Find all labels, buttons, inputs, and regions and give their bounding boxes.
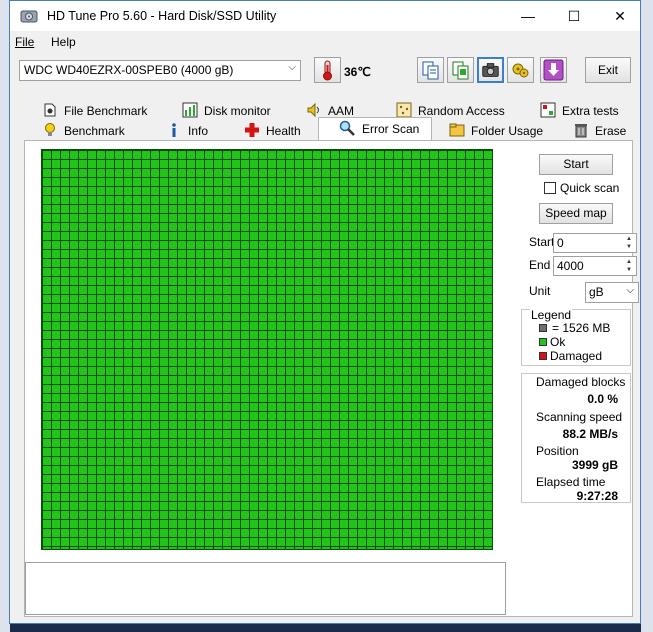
- copy-screenshot-button[interactable]: [447, 57, 474, 83]
- legend-block-size: = 1526 MB: [552, 321, 611, 335]
- tab-label: Disk monitor: [204, 104, 271, 118]
- screenshot-button[interactable]: [477, 57, 504, 83]
- copy-text-button[interactable]: [417, 57, 444, 83]
- tab-label: Benchmark: [64, 124, 125, 138]
- tab-label: Health: [266, 124, 301, 138]
- random-access-icon: [396, 102, 412, 118]
- maximize-button[interactable]: ☐: [551, 1, 597, 31]
- quick-scan-checkbox[interactable]: [544, 182, 556, 194]
- title-bar[interactable]: HD Tune Pro 5.60 - Hard Disk/SSD Utility…: [10, 1, 640, 31]
- tab-bar: File Benchmark Disk monitor AAM Random A…: [18, 98, 632, 142]
- scan-block-grid: [41, 149, 493, 550]
- copy-text-icon: [422, 61, 439, 80]
- error-scan-panel: Start Quick scan Speed map Start 0 ▲ ▼ E…: [24, 140, 639, 617]
- hd-tune-app-icon: [20, 10, 38, 23]
- speed-map-button[interactable]: Speed map: [539, 203, 613, 224]
- minimize-button[interactable]: —: [505, 1, 551, 31]
- tab-error-scan[interactable]: Error Scan: [318, 117, 432, 142]
- tab-label: Random Access: [418, 104, 505, 118]
- end-position-input[interactable]: 4000 ▲ ▼: [553, 256, 637, 276]
- elapsed-time-label: Elapsed time: [536, 475, 606, 489]
- save-button[interactable]: [540, 57, 567, 83]
- legend-damaged-swatch: [539, 352, 547, 360]
- drive-select[interactable]: WDC WD40EZRX-00SPEB0 (4000 gB) ⌵: [19, 60, 301, 81]
- start-position-value: 0: [557, 236, 564, 250]
- spin-down-icon[interactable]: ▼: [623, 266, 635, 274]
- speaker-icon: [307, 102, 319, 118]
- extra-tests-icon: [540, 102, 556, 118]
- menu-bar: File Help: [10, 32, 640, 52]
- tab-label: AAM: [328, 104, 355, 118]
- drive-select-value: WDC WD40EZRX-00SPEB0 (4000 gB): [24, 63, 234, 77]
- benchmark-bulb-icon: [45, 123, 55, 136]
- thermometer-icon: [323, 60, 332, 81]
- legend-ok-label: Ok: [550, 335, 566, 349]
- scan-stats-box: Damaged blocks 0.0 % Scanning speed 88.2…: [521, 373, 631, 503]
- start-position-label: Start: [529, 235, 555, 249]
- close-button[interactable]: ✕: [597, 1, 643, 31]
- legend-ok-swatch: [539, 338, 547, 346]
- toolbar: WDC WD40EZRX-00SPEB0 (4000 gB) ⌵ 36℃ Exi…: [10, 53, 640, 93]
- options-button[interactable]: [507, 57, 534, 83]
- legend-block-swatch: [539, 324, 547, 332]
- legend-box: Legend = 1526 MB Ok Damaged: [521, 308, 631, 366]
- end-position-value: 4000: [557, 259, 584, 273]
- menu-file[interactable]: File: [15, 35, 34, 49]
- position-label: Position: [536, 444, 579, 458]
- spin-up-icon[interactable]: ▲: [623, 258, 635, 266]
- temperature-button[interactable]: [314, 57, 341, 83]
- copy-screenshot-icon: [452, 61, 469, 80]
- legend-title: Legend: [530, 308, 573, 322]
- legend-damaged-label: Damaged: [550, 349, 603, 363]
- start-button[interactable]: Start: [539, 154, 613, 175]
- chevron-down-icon: ⌵: [626, 285, 634, 296]
- tab-label: Info: [188, 124, 209, 138]
- disk-monitor-icon: [182, 102, 198, 118]
- camera-icon: [482, 63, 499, 77]
- desktop-background-right: [641, 0, 653, 632]
- scan-log-box[interactable]: [25, 562, 506, 615]
- folder-icon: [449, 123, 465, 137]
- tab-label: File Benchmark: [64, 104, 148, 118]
- quick-scan-label: Quick scan: [560, 181, 620, 195]
- window-title: HD Tune Pro 5.60 - Hard Disk/SSD Utility: [47, 9, 277, 23]
- spin-down-icon[interactable]: ▼: [623, 243, 635, 251]
- scanning-speed-label: Scanning speed: [536, 410, 623, 424]
- position-value: 3999 gB: [571, 458, 618, 472]
- unit-select[interactable]: gB ⌵: [585, 282, 639, 303]
- scanning-speed-value: 88.2 MB/s: [562, 427, 618, 441]
- magnifier-icon: [339, 120, 355, 136]
- save-download-icon: [543, 59, 564, 81]
- tab-label: Erase: [595, 124, 627, 138]
- unit-label: Unit: [529, 284, 551, 298]
- health-cross-icon: [245, 123, 259, 137]
- tab-label: Extra tests: [562, 104, 619, 118]
- file-benchmark-icon: [44, 103, 56, 117]
- menu-help[interactable]: Help: [51, 35, 76, 49]
- info-icon: [172, 123, 176, 137]
- temperature-value: 36℃: [344, 65, 371, 79]
- options-icon: [512, 63, 529, 78]
- damaged-blocks-label: Damaged blocks: [536, 375, 626, 389]
- exit-button[interactable]: Exit: [585, 57, 631, 83]
- elapsed-time-value: 9:27:28: [576, 489, 618, 503]
- tab-label: Error Scan: [362, 122, 420, 136]
- spin-up-icon[interactable]: ▲: [623, 235, 635, 243]
- unit-select-value: gB: [589, 285, 604, 299]
- app-window: HD Tune Pro 5.60 - Hard Disk/SSD Utility…: [9, 0, 641, 624]
- damaged-blocks-value: 0.0 %: [587, 392, 618, 406]
- start-position-input[interactable]: 0 ▲ ▼: [553, 233, 637, 253]
- trash-icon: [575, 124, 587, 138]
- tab-label: Folder Usage: [471, 124, 544, 138]
- chevron-down-icon: ⌵: [288, 62, 296, 73]
- end-position-label: End: [529, 258, 551, 272]
